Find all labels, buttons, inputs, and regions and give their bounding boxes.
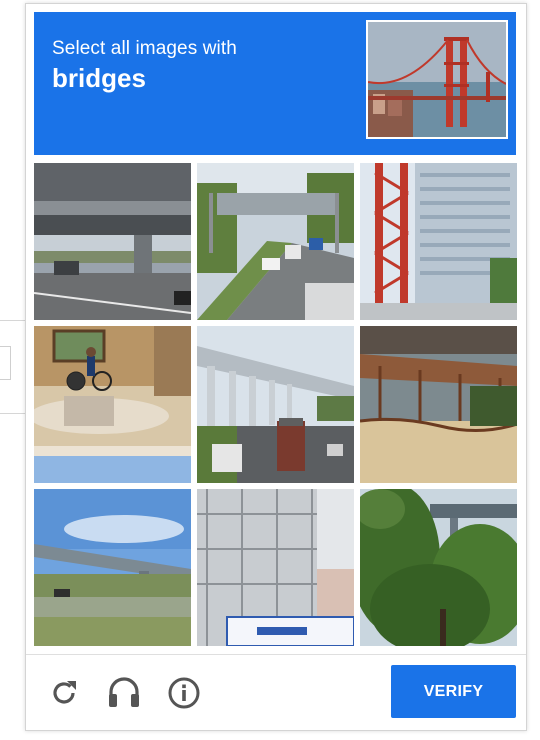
tile-3[interactable]: [360, 163, 517, 320]
tile-9[interactable]: [360, 489, 517, 646]
tile-7[interactable]: [34, 489, 191, 646]
captcha-frame: Select all images with bridges VERIFY: [25, 3, 527, 731]
tile-6[interactable]: [360, 326, 517, 483]
tile-2[interactable]: [197, 163, 354, 320]
footer-divider: [26, 654, 526, 655]
reload-icon[interactable]: [46, 675, 82, 711]
instruction-text: Select all images with: [52, 38, 237, 59]
headphones-icon[interactable]: [106, 675, 142, 711]
tile-5[interactable]: [197, 326, 354, 483]
instruction-target: bridges: [52, 63, 146, 93]
image-grid: [34, 163, 518, 647]
side-arrow: [0, 346, 11, 380]
tile-4[interactable]: [34, 326, 191, 483]
info-icon[interactable]: [166, 675, 202, 711]
challenge-header: Select all images with bridges: [34, 12, 516, 155]
sample-image: [366, 20, 508, 139]
tile-1[interactable]: [34, 163, 191, 320]
tile-8[interactable]: [197, 489, 354, 646]
verify-button[interactable]: VERIFY: [391, 665, 516, 718]
